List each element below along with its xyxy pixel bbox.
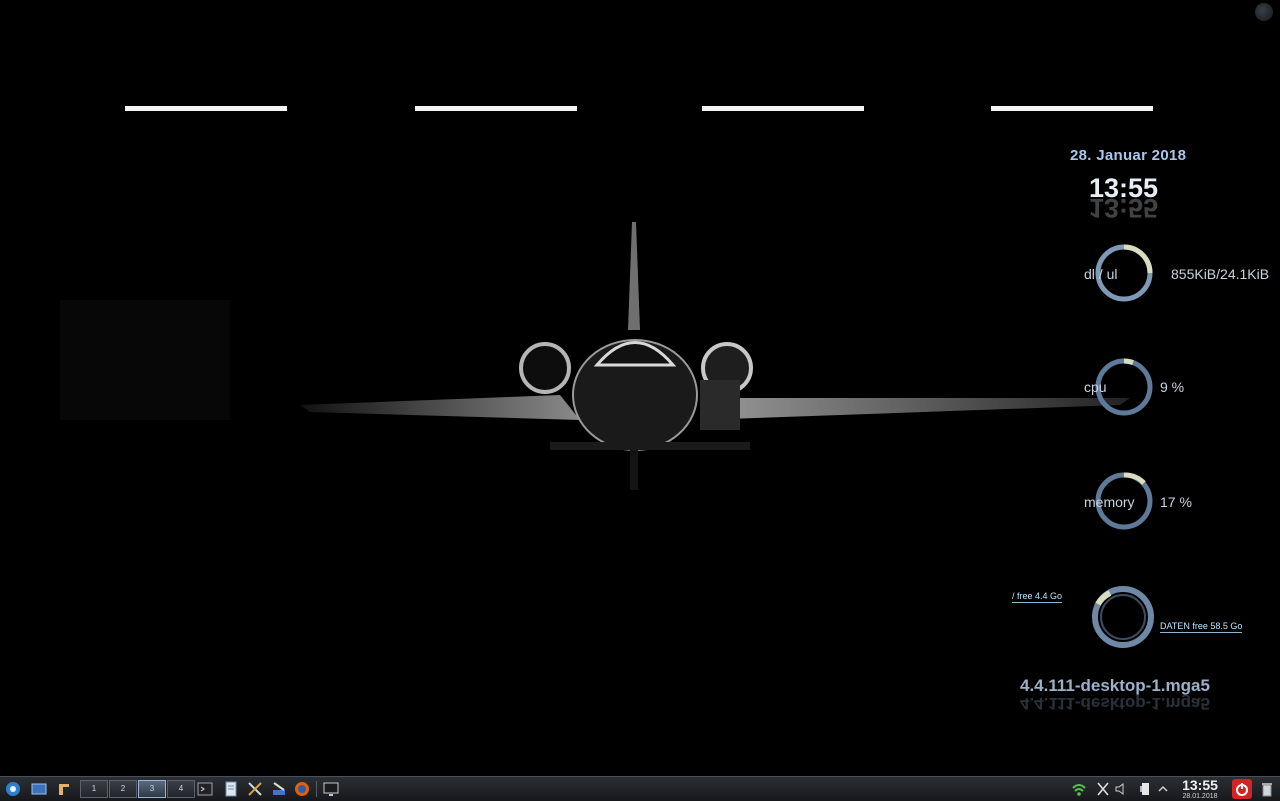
memory-value: 17 %	[1160, 494, 1192, 510]
pager-desktop-2[interactable]: 2	[109, 780, 137, 798]
taskbar-clock-time: 13:55	[1182, 777, 1218, 793]
application-launcher-icon[interactable]	[4, 780, 22, 798]
trash-icon[interactable]	[1258, 780, 1276, 798]
desktop-toolbox-icon[interactable]	[1255, 3, 1273, 21]
text-editor-icon[interactable]	[222, 780, 240, 798]
network-value: 855KiB/24.1KiB	[1171, 266, 1270, 282]
kernel-version-reflection: 4.4.111-desktop-1.mga5	[1020, 694, 1210, 713]
pager-desktop-4[interactable]: 4	[167, 780, 195, 798]
device-notifier-icon[interactable]	[1136, 780, 1154, 798]
cpu-label: cpu	[1084, 379, 1107, 395]
volume-icon[interactable]	[1112, 780, 1130, 798]
taskbar-clock[interactable]: 13:55 28.01.2018	[1170, 778, 1230, 801]
disk-root-label: / free 4.4 Go	[1012, 591, 1063, 603]
file-manager-icon[interactable]	[56, 780, 74, 798]
power-icon[interactable]	[1232, 779, 1252, 799]
system-settings-icon[interactable]	[246, 780, 264, 798]
terminal-icon[interactable]	[196, 780, 214, 798]
clipboard-icon[interactable]	[1094, 780, 1112, 798]
disk-ring	[1092, 586, 1154, 648]
wifi-icon[interactable]	[1070, 780, 1088, 798]
memory-label: memory	[1084, 494, 1135, 510]
show-desktop-icon[interactable]	[30, 780, 48, 798]
desktop-date: 28. Januar 2018	[1070, 147, 1187, 164]
pager-desktop-3[interactable]: 3	[138, 780, 166, 798]
pager-desktop-1[interactable]: 1	[80, 780, 108, 798]
firefox-icon[interactable]	[293, 780, 311, 798]
window-list-icon[interactable]	[322, 780, 340, 798]
desktop-clock-reflection: 13:55	[1089, 193, 1159, 223]
control-center-icon[interactable]	[270, 780, 288, 798]
cpu-value: 9 %	[1160, 379, 1185, 395]
taskbar: 1 2 3 4 13:55 28.01.2018	[0, 776, 1280, 801]
desktop-pager: 1 2 3 4	[80, 780, 196, 798]
disk-data-label: DATEN free 58.5 Go	[1160, 621, 1243, 633]
taskbar-separator	[316, 781, 317, 797]
network-label: dl / ul	[1084, 266, 1118, 282]
